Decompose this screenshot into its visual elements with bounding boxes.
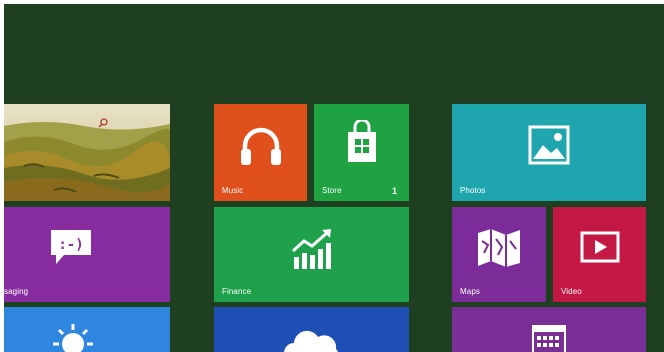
- sun-icon: [53, 324, 93, 352]
- picture-icon: [528, 125, 570, 165]
- tile-label: Store: [322, 186, 342, 195]
- tile-badge-count: 1: [391, 186, 397, 196]
- shopping-bag-icon: [348, 120, 376, 162]
- headphones-icon: [241, 127, 281, 165]
- tile-messaging[interactable]: :-) saging: [4, 207, 170, 302]
- tile-label: Music: [222, 186, 244, 195]
- tile-weather[interactable]: [4, 307, 170, 352]
- tile-video[interactable]: Video: [553, 207, 646, 302]
- tile-label: Video: [561, 287, 582, 296]
- search-icon[interactable]: [98, 118, 108, 128]
- calendar-icon: [532, 325, 566, 352]
- svg-text::-): :-): [58, 237, 83, 253]
- map-icon: [478, 229, 520, 267]
- tile-maps[interactable]: Maps: [452, 207, 546, 302]
- tile-calendar[interactable]: [452, 307, 646, 352]
- chart-up-icon: [291, 229, 331, 269]
- chat-bubble-icon: :-): [51, 230, 91, 264]
- tile-skydrive[interactable]: [214, 307, 409, 352]
- tile-finance[interactable]: Finance: [214, 207, 409, 302]
- cloud-icon: [284, 330, 339, 352]
- landscape-image: [4, 104, 170, 201]
- tile-music[interactable]: Music: [214, 104, 307, 201]
- play-icon: [580, 231, 620, 263]
- start-screen: Music Store 1 Photos :-) saging Finance …: [4, 4, 664, 352]
- tile-label: Maps: [460, 287, 480, 296]
- tile-store[interactable]: Store 1: [314, 104, 409, 201]
- tile-photos[interactable]: Photos: [452, 104, 646, 201]
- tile-desktop[interactable]: [4, 104, 170, 201]
- tile-label: Photos: [460, 186, 486, 195]
- tile-label: Finance: [222, 287, 252, 296]
- tile-label: saging: [4, 287, 29, 296]
